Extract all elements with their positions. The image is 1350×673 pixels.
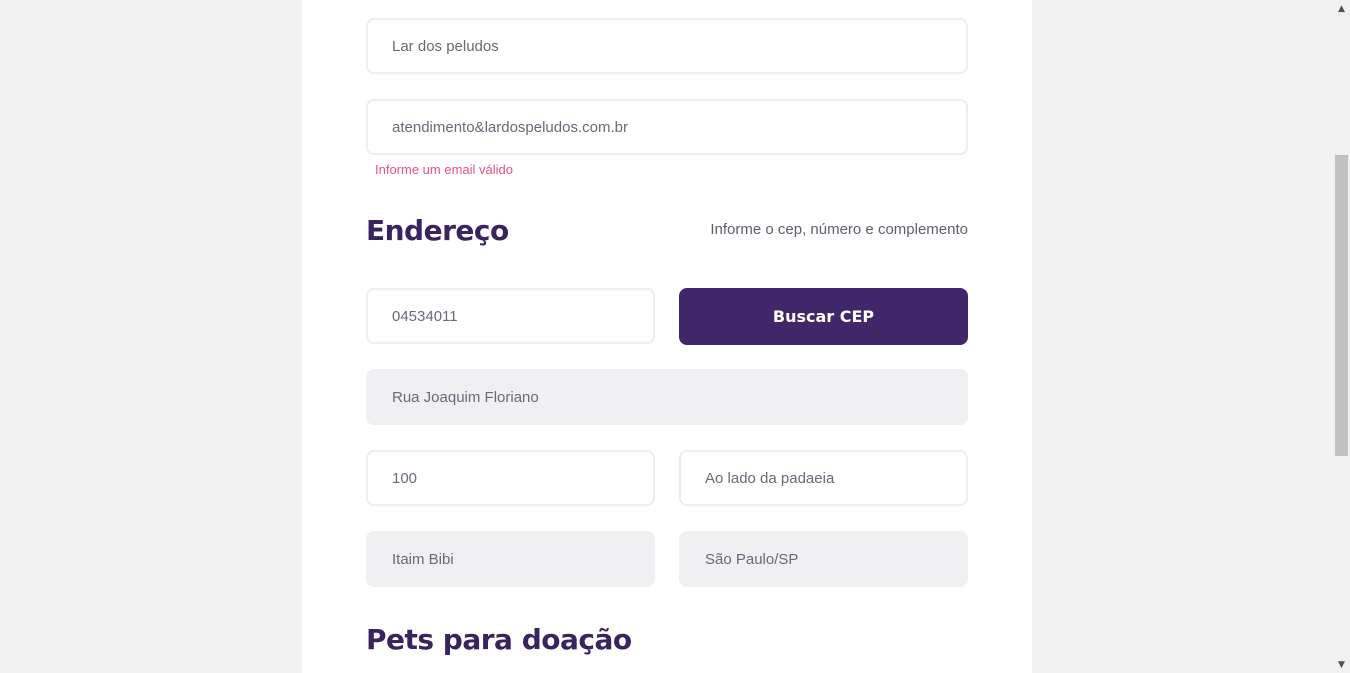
- scroll-up-icon[interactable]: ▲: [1333, 0, 1350, 17]
- city-field: São Paulo/SP: [679, 531, 968, 587]
- neighborhood-field: Itaim Bibi: [366, 531, 655, 587]
- search-cep-button[interactable]: Buscar CEP: [679, 288, 968, 345]
- address-section-title: Endereço: [366, 214, 509, 247]
- pets-section-title: Pets para doação: [366, 623, 632, 656]
- scrollbar-thumb[interactable]: [1335, 155, 1348, 456]
- vertical-scrollbar[interactable]: ▲ ▼: [1333, 0, 1350, 673]
- number-field[interactable]: 100: [366, 450, 655, 506]
- email-field[interactable]: atendimento&lardospeludos.com.br: [366, 99, 968, 155]
- complement-field[interactable]: Ao lado da padaeia: [679, 450, 968, 506]
- scroll-down-icon[interactable]: ▼: [1333, 656, 1350, 673]
- form-card: Lar dos peludos atendimento&lardospeludo…: [302, 0, 1032, 673]
- street-field: Rua Joaquim Floriano: [366, 369, 968, 425]
- address-hint: Informe o cep, número e complemento: [710, 221, 968, 238]
- cep-field[interactable]: 04534011: [366, 288, 655, 344]
- email-error-message: Informe um email válido: [375, 162, 513, 177]
- name-field[interactable]: Lar dos peludos: [366, 18, 968, 74]
